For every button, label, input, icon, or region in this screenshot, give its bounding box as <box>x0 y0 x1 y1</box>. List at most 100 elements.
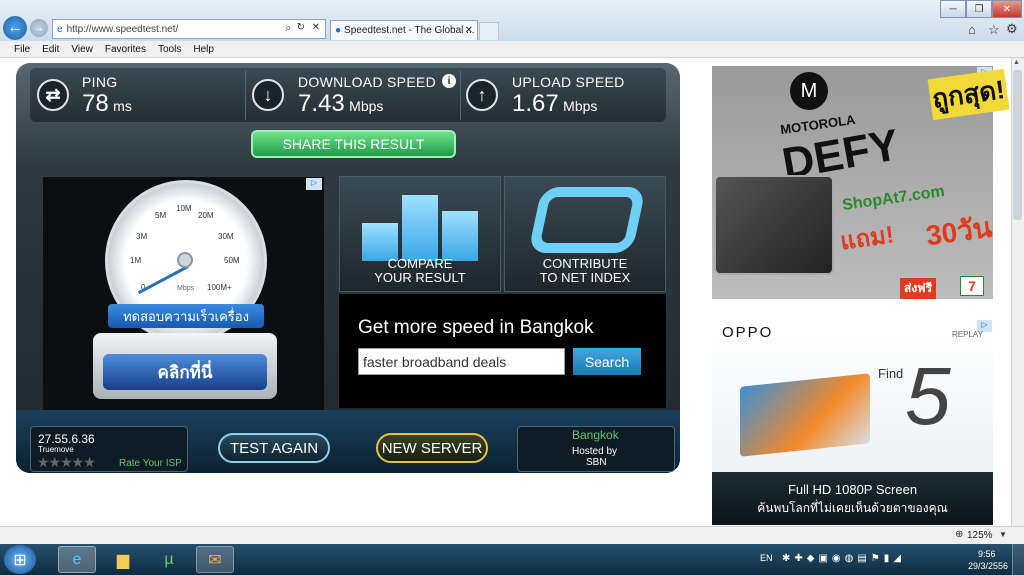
metric-divider <box>245 70 246 120</box>
download-arrow-icon: ↓ <box>252 79 284 111</box>
menu-tools[interactable]: Tools <box>158 44 181 55</box>
favorites-star-icon[interactable]: ☆ <box>988 22 1000 38</box>
ping-icon: ⇄ <box>37 79 69 111</box>
info-icon[interactable]: i <box>442 74 456 88</box>
ip-address: 27.55.6.36 <box>38 432 95 446</box>
motorola-logo-icon: M <box>790 72 828 110</box>
oppo-replay[interactable]: REPLAY <box>952 330 983 339</box>
start-button[interactable]: ⊞ <box>4 545 36 574</box>
server-city: Bangkok <box>572 428 619 442</box>
tab-speedtest[interactable]: ● Speedtest.net - The Global ... ✕ <box>330 20 478 40</box>
test-again-button[interactable]: TEST AGAIN <box>218 433 330 463</box>
ie-page-icon: e <box>57 23 63 35</box>
new-server-button[interactable]: NEW SERVER <box>376 433 488 463</box>
compare-label-line1: COMPARE <box>387 256 453 271</box>
host-name: SBN <box>586 457 607 468</box>
forward-button[interactable]: → <box>30 19 48 37</box>
ie-taskbar-icon[interactable]: e <box>58 546 96 573</box>
back-button[interactable]: ← <box>3 16 27 40</box>
gauge-hub <box>177 252 193 268</box>
upload-label: UPLOAD SPEED <box>512 74 625 90</box>
menu-edit[interactable]: Edit <box>42 44 59 55</box>
thai-badge: ทดสอบความเร็วเครื่อง <box>108 304 264 328</box>
menu-help[interactable]: Help <box>193 44 214 55</box>
ad-free-shipping: ส่งฟรี <box>900 278 937 299</box>
promo-title: Get more speed in Bangkok <box>358 317 594 338</box>
download-value: 7.43 <box>298 90 345 117</box>
compare-result-button[interactable]: COMPARE YOUR RESULT <box>339 176 501 292</box>
minimize-button[interactable]: ─ <box>940 0 966 18</box>
zoom-icon[interactable]: ⊕ <box>955 529 963 540</box>
net-index-icon <box>527 187 647 253</box>
tray-icons[interactable]: ✱✚◆▣◉◍▤⚑▮◢ <box>782 553 905 564</box>
address-url: http://www.speedtest.net/ <box>66 23 179 35</box>
close-icon[interactable]: ✕ <box>312 22 320 33</box>
window-close-button[interactable]: ✕ <box>992 0 1022 18</box>
menu-favorites[interactable]: Favorites <box>105 44 146 55</box>
app-taskbar-icon[interactable]: ✉ <box>196 546 234 573</box>
clock-date[interactable]: 29/3/2556 <box>968 561 1008 571</box>
gear-icon[interactable]: ⚙ <box>1006 21 1018 37</box>
gauge-tick-label: 20M <box>198 211 214 220</box>
promo-search-input[interactable] <box>358 348 565 375</box>
show-desktop-button[interactable] <box>1012 544 1024 575</box>
menu-view[interactable]: View <box>71 44 93 55</box>
upload-arrow-icon: ↑ <box>466 79 498 111</box>
clock-time[interactable]: 9:56 <box>978 549 996 559</box>
share-result-button[interactable]: SHARE THIS RESULT <box>251 130 456 158</box>
menu-file[interactable]: File <box>14 44 30 55</box>
home-icon[interactable]: ⌂ <box>968 22 976 37</box>
gauge-tick-label: 100M+ <box>207 283 232 292</box>
tab-close-icon[interactable]: ✕ <box>465 25 473 36</box>
oppo-model: 5 <box>905 351 951 442</box>
gauge-tick-label: 30M <box>218 232 234 241</box>
gauge-tick-label: 1M <box>130 256 142 265</box>
explorer-taskbar-icon[interactable]: ▆ <box>104 546 142 573</box>
gauge-unit: Mbps <box>177 285 195 292</box>
kingfisher-image <box>740 373 870 457</box>
promo-search-button[interactable]: Search <box>573 348 641 375</box>
zoom-level[interactable]: 125% <box>967 530 993 541</box>
gauge-tick-label: 3M <box>136 232 148 241</box>
download-unit: Mbps <box>349 98 384 114</box>
upload-unit: Mbps <box>563 98 598 114</box>
thai-click-button[interactable]: คลิกที่นี่ <box>103 354 267 390</box>
download-label: DOWNLOAD SPEED <box>298 74 436 90</box>
compare-label-line2: YOUR RESULT <box>374 270 466 285</box>
search-icon[interactable]: ⌕ <box>285 23 291 34</box>
contribute-label: CONTRIBUTE TO NET INDEX <box>505 257 665 285</box>
download-metric: DOWNLOAD SPEED 7.43 Mbps <box>298 74 436 118</box>
isp-name: Truemove <box>38 445 74 454</box>
scroll-up-icon[interactable]: ▲ <box>1013 59 1020 66</box>
oppo-line1: Full HD 1080P Screen <box>787 482 918 497</box>
oppo-find: Find <box>878 366 904 381</box>
contribute-label-line2: TO NET INDEX <box>539 270 631 285</box>
oppo-line2: ค้นพบโลกที่ไม่เคยเห็นด้วยตาของคุณ <box>757 501 948 515</box>
zoom-dropdown-icon[interactable]: ▼ <box>999 530 1007 539</box>
gauge-tick-label: 50M <box>224 256 240 265</box>
address-bar[interactable]: e http://www.speedtest.net/ ⌕ ↻ ✕ <box>52 19 326 39</box>
scroll-thumb[interactable] <box>1013 70 1022 220</box>
seven-eleven-logo-icon: 7 <box>960 276 984 296</box>
rate-isp-link[interactable]: Rate Your ISP <box>119 458 182 469</box>
ping-unit: ms <box>113 98 132 114</box>
restore-button[interactable]: ❐ <box>966 0 992 18</box>
hosted-by-label: Hosted by <box>572 446 618 457</box>
refresh-icon[interactable]: ↻ <box>297 22 305 33</box>
oppo-brand: OPPO <box>722 324 774 341</box>
status-bar <box>0 526 1024 544</box>
ad-days: 30วัน <box>924 211 994 252</box>
contribute-label-line1: CONTRIBUTE <box>542 256 628 271</box>
rating-stars[interactable]: ★★★★★ <box>37 454 96 471</box>
tab-title: Speedtest.net - The Global ... <box>344 25 475 36</box>
gauge-tick-label: 10M <box>176 204 192 213</box>
language-indicator[interactable]: EN <box>760 553 773 563</box>
speedtest-tab-icon: ● <box>335 25 342 36</box>
menu-bar: File Edit View Favorites Tools Help <box>0 41 1024 58</box>
utorrent-taskbar-icon[interactable]: µ <box>150 546 188 573</box>
bar-chart-icon <box>362 189 482 261</box>
adchoices-icon[interactable]: ▷ <box>306 178 322 190</box>
new-tab-button[interactable] <box>479 22 499 40</box>
ping-label: PING <box>82 74 118 90</box>
contribute-index-button[interactable]: CONTRIBUTE TO NET INDEX <box>504 176 666 292</box>
